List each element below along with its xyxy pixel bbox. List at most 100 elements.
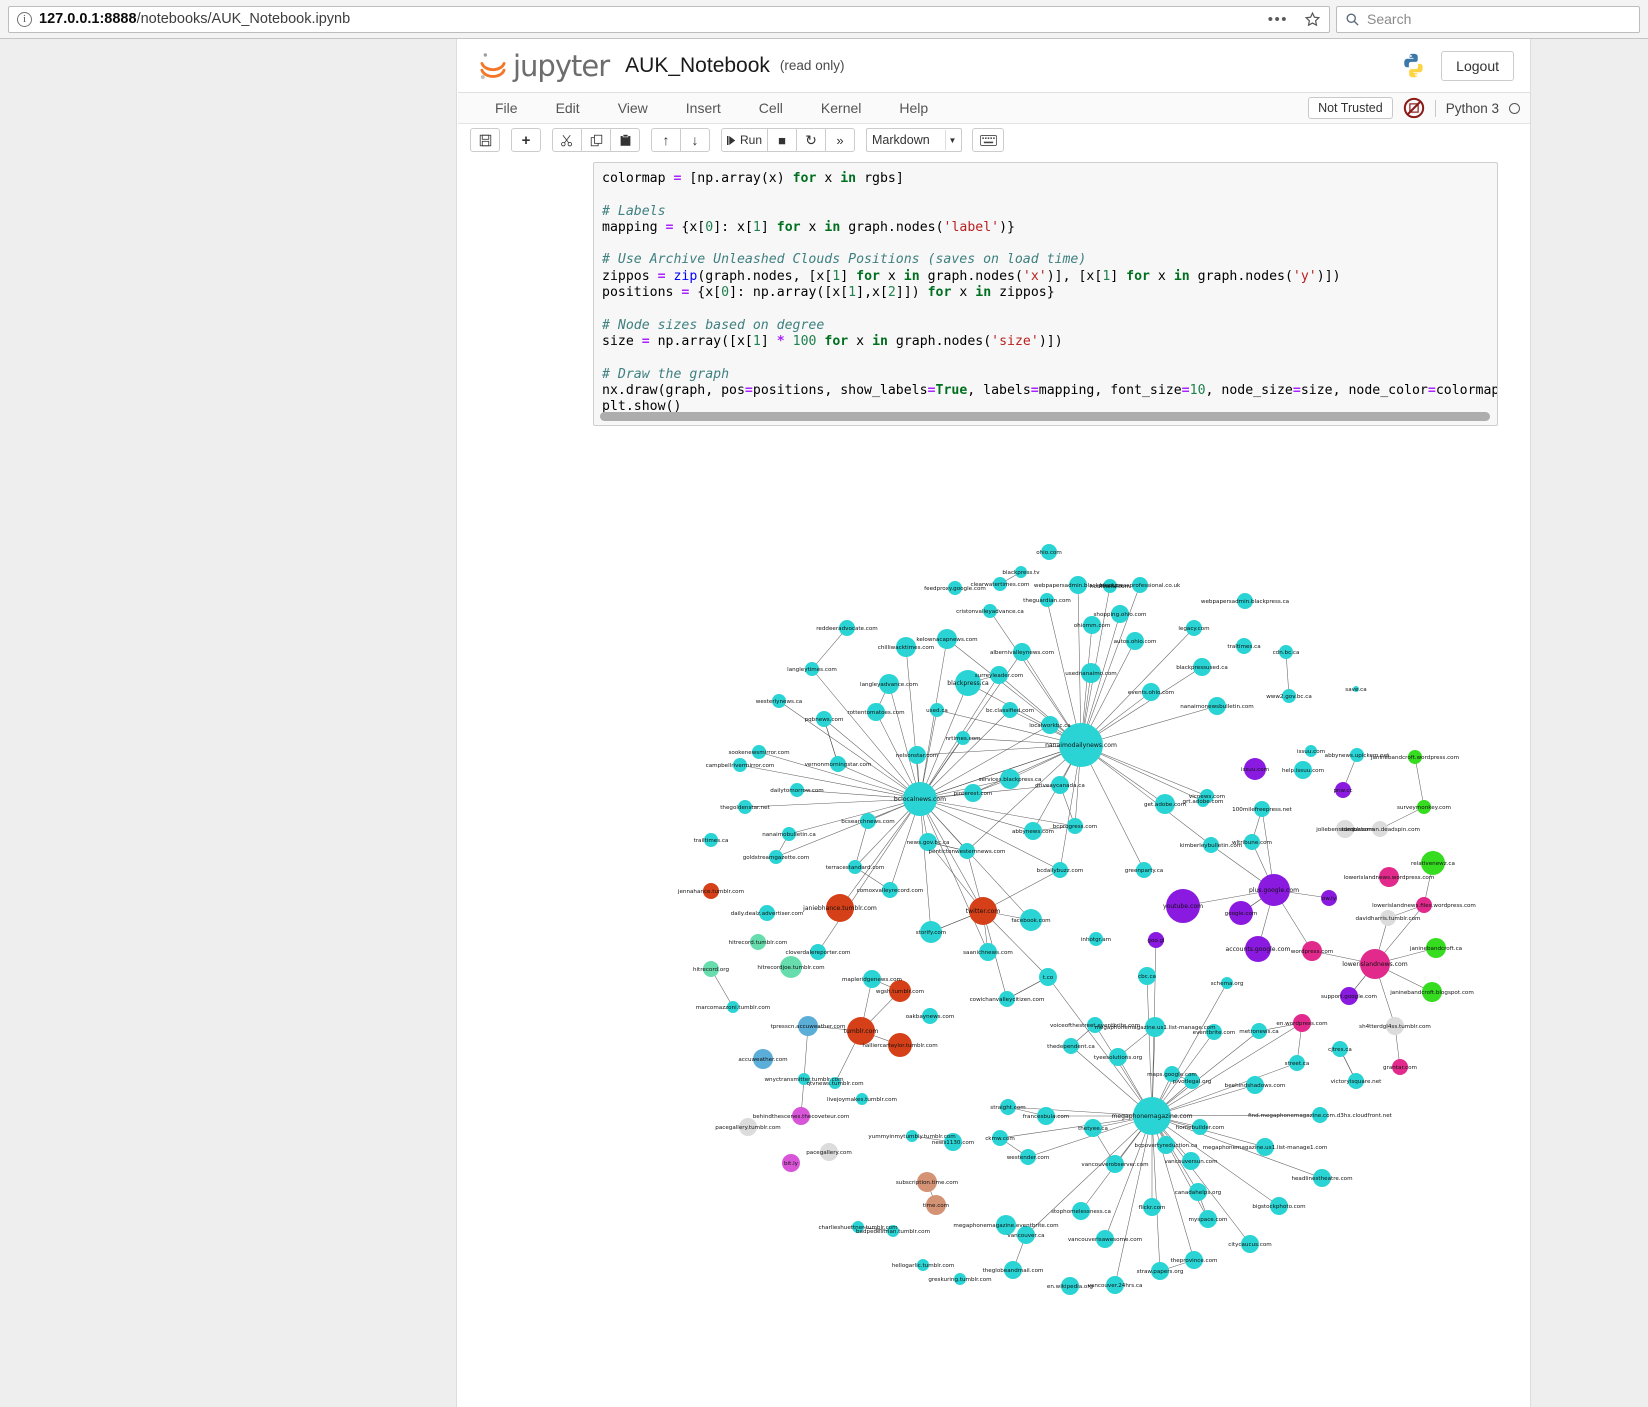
graph-node-label: en.wordpress.com (1276, 1021, 1327, 1027)
menu-view[interactable]: View (599, 93, 667, 124)
graph-node-label: usednanaimo.com (1065, 671, 1116, 677)
graph-node-label: hitrecord.tumblr.com (729, 940, 788, 946)
scissors-icon (561, 134, 573, 146)
graph-node-label: lowerislandnews.files.wordpress.com (1372, 903, 1476, 909)
graph-node-label: straight.com (990, 1105, 1025, 1111)
graph-node-label: theprovince.com (1171, 1258, 1218, 1264)
graph-node-label: tumblr.com (844, 1028, 879, 1035)
graph-node-label: behindthescenes.thecoveteur.com (753, 1114, 850, 1120)
menubar-divider (1434, 99, 1436, 117)
network-graph-svg[interactable]: ohio.comblackpress.tvclearwatertimes.com… (458, 469, 1530, 1339)
graph-node-label: hitrecord.org (693, 967, 730, 973)
graph-node-label: janinebandcroft.blogspot.com (1389, 990, 1474, 996)
graph-node-label: eventbrite.com (1193, 1030, 1236, 1036)
graph-node-label: youtube.com (1163, 903, 1203, 910)
graph-node-label: straw.papers.org (1137, 1269, 1184, 1275)
graph-node-label: megaphonemagazine.us1.list-manage1.com (1203, 1145, 1328, 1151)
graph-node-label: shopping.ohio.com (1094, 612, 1147, 618)
logout-button[interactable]: Logout (1441, 50, 1514, 81)
graph-node-label: greskuring.tumblr.com (928, 1277, 991, 1283)
cut-button[interactable] (552, 128, 582, 152)
graph-node-label: citycaucus.com (1228, 1242, 1271, 1248)
graph-node-label: tyeesolutions.org (1094, 1055, 1143, 1061)
copy-button[interactable] (581, 128, 611, 152)
menu-cell[interactable]: Cell (740, 93, 802, 124)
jupyter-logo-icon (480, 52, 506, 79)
graph-node-label: thetyee.ca (1078, 1126, 1108, 1132)
graph-node-label: help.issuu.com (1282, 768, 1324, 774)
notebook-title[interactable]: AUK_Notebook (625, 54, 770, 78)
jupyter-menubar: File Edit View Insert Cell Kernel Help N… (458, 93, 1530, 124)
graph-node-label: issuu.com (1297, 749, 1325, 755)
run-icon (727, 135, 736, 145)
fast-forward-icon: » (836, 132, 844, 148)
menubar-right: Not Trusted Python 3 (1308, 97, 1530, 119)
graph-node-label: metronews.ca (1239, 1029, 1278, 1035)
page-actions-icon[interactable]: ••• (1268, 11, 1288, 28)
code-cell[interactable]: colormap = [np.array(x) for x in rgbs] #… (593, 162, 1498, 426)
toolbar-group-save (470, 128, 500, 152)
graph-node-label: get.adobe.com (1144, 802, 1186, 808)
graph-node-label: cloverdalereporter.com (785, 950, 850, 956)
restart-run-all-button[interactable]: » (825, 128, 856, 152)
graph-node-label: goo.gl (1147, 938, 1165, 944)
graph-node-label: nanaimonewsbulletin.com (1180, 704, 1254, 710)
code-horizontal-scrollbar[interactable] (600, 412, 1490, 421)
trust-status-badge[interactable]: Not Trusted (1308, 97, 1393, 119)
jupyter-logo[interactable]: jupyter (476, 49, 610, 83)
graph-node-label: goldstreamgazette.com (743, 855, 810, 861)
graph-node-label: sh4tterdgl4ss.tumblr.com (1359, 1024, 1431, 1030)
graph-node-label: livejoymakes.tumblr.com (827, 1097, 897, 1103)
graph-node-label: theglobeandmail.com (983, 1268, 1044, 1274)
menu-file[interactable]: File (476, 93, 537, 124)
graph-node-label: 100milefreepress.net (1232, 807, 1292, 813)
address-bar[interactable]: i 127.0.0.1:8888/notebooks/AUK_Notebook.… (8, 5, 1330, 33)
interrupt-kernel-button[interactable]: ■ (767, 128, 798, 152)
restart-kernel-button[interactable]: ↻ (796, 128, 827, 152)
toolbar-group-clipboard (552, 128, 640, 152)
browser-search-box[interactable]: Search (1336, 5, 1640, 33)
move-cell-up-button[interactable]: ↑ (651, 128, 681, 152)
graph-node-label: events.ohio.com (1128, 690, 1174, 696)
header-right: Logout (1400, 50, 1516, 81)
graph-node-label: ohio.com (1036, 550, 1062, 556)
graph-node-label: plus.google.com (1249, 887, 1299, 894)
graph-node-layer (703, 544, 1446, 1295)
graph-node-label: accuweather.com (738, 1057, 787, 1063)
graph-node-label: feedproxy.google.com (924, 586, 986, 592)
menu-insert[interactable]: Insert (667, 93, 740, 124)
graph-node-label: schema.org (1211, 981, 1244, 987)
paste-button[interactable] (610, 128, 640, 152)
graph-node-label: westerlynews.ca (756, 699, 803, 705)
graph-node-label: vancouverobserver.com (1081, 1162, 1148, 1168)
run-cell-button[interactable]: Run (721, 128, 769, 152)
graph-node-label: bcpovertyreduction.ca (1135, 1143, 1198, 1149)
graph-node-label: sookenewsmirror.com (728, 750, 789, 756)
menu-kernel[interactable]: Kernel (802, 93, 880, 124)
move-cell-down-button[interactable]: ↓ (680, 128, 710, 152)
menu-edit[interactable]: Edit (537, 93, 599, 124)
save-button[interactable] (470, 128, 500, 152)
graph-node-label: myspace.com (1189, 1217, 1228, 1223)
code-source[interactable]: colormap = [np.array(x) for x in rgbs] #… (594, 163, 1497, 425)
command-palette-button[interactable] (972, 128, 1005, 152)
graph-node-label: subscription.time.com (896, 1180, 958, 1186)
graph-node-label: bclocalnews.com (894, 796, 946, 803)
graph-node-label: thegoldenstar.net (720, 805, 770, 811)
graph-node-label: used.ca (926, 708, 948, 714)
readonly-label: (read only) (779, 58, 845, 73)
graph-node-label: stophomelessness.ca (1051, 1209, 1111, 1215)
restart-icon: ↻ (805, 131, 817, 148)
graph-node-label: daily.dealz.advertiser.com (731, 911, 804, 917)
graph-node-label: bcprogress.com (1053, 824, 1098, 830)
graph-node-label: issuu.com (1241, 767, 1269, 773)
chevron-down-icon: ▼ (945, 130, 959, 150)
star-icon[interactable] (1304, 11, 1321, 28)
graph-node-label: beehindshadows.com (1225, 1083, 1286, 1089)
cell-type-select[interactable]: Markdown ▼ (866, 128, 963, 152)
browser-toolbar: i 127.0.0.1:8888/notebooks/AUK_Notebook.… (0, 0, 1648, 39)
menu-help[interactable]: Help (880, 93, 947, 124)
graph-node-label: saanichnews.com (963, 950, 1013, 956)
site-info-icon[interactable]: i (17, 11, 32, 27)
insert-cell-button[interactable]: + (511, 128, 541, 152)
